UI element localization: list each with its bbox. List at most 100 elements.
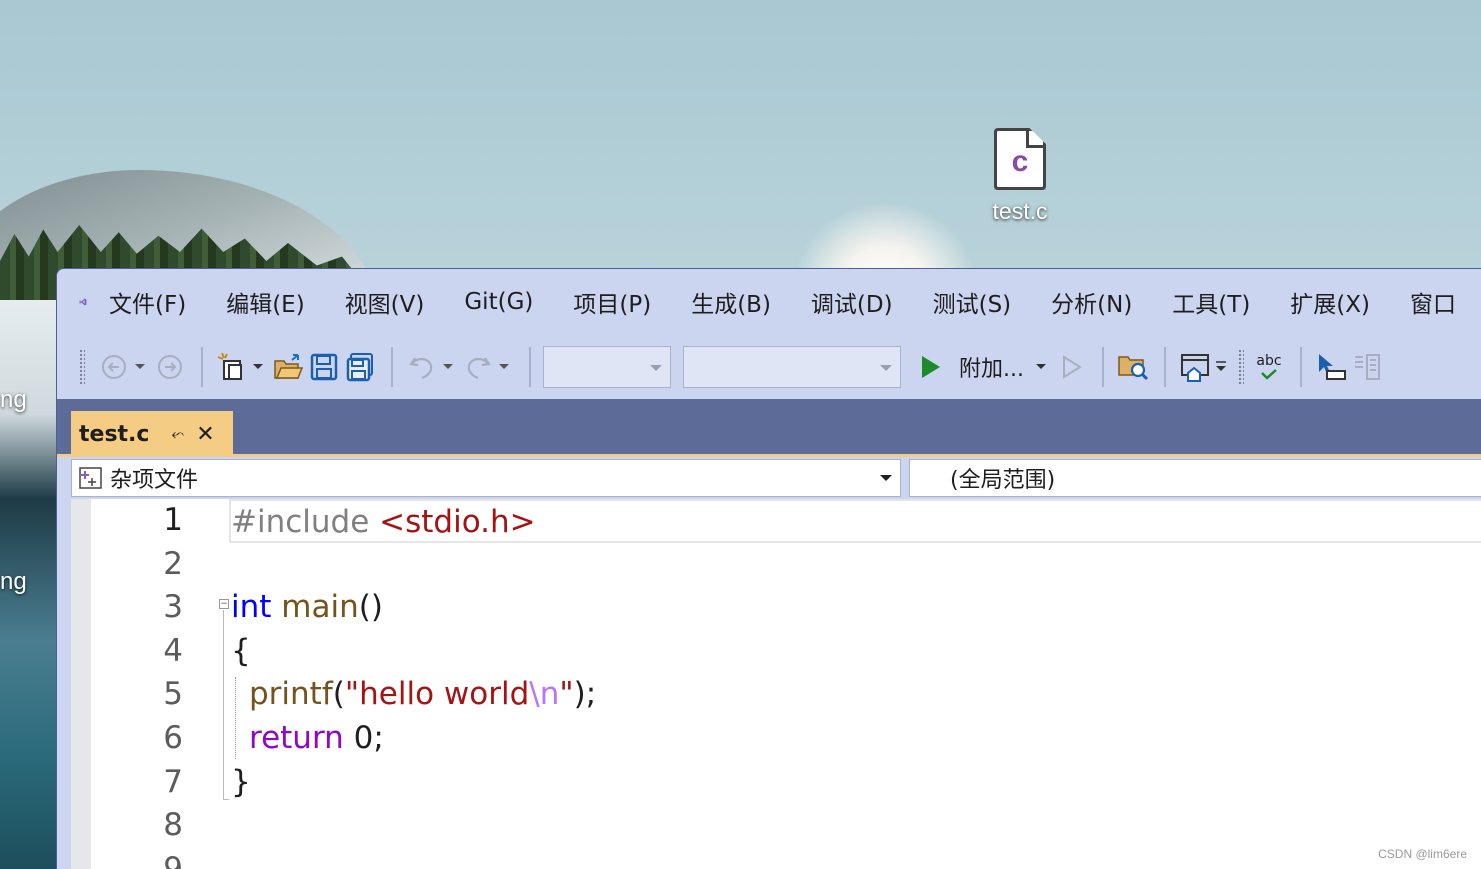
menu-extensions[interactable]: 扩展(X) bbox=[1290, 285, 1370, 319]
open-paren: ( bbox=[332, 676, 345, 713]
line-number: 2 bbox=[163, 545, 183, 582]
menu-debug[interactable]: 调试(D) bbox=[811, 285, 893, 319]
menu-edit[interactable]: 编辑(E) bbox=[226, 285, 304, 319]
find-in-files-icon[interactable] bbox=[1116, 350, 1150, 384]
line-number: 3 bbox=[163, 589, 183, 626]
code-line-1[interactable]: #include <stdio.h> bbox=[229, 499, 1481, 543]
undo-icon[interactable] bbox=[405, 350, 439, 384]
redo-dropdown-icon[interactable] bbox=[497, 350, 511, 384]
attach-dropdown-icon[interactable] bbox=[1034, 350, 1048, 384]
save-icon[interactable] bbox=[307, 350, 341, 384]
select-element-icon[interactable] bbox=[1314, 350, 1348, 384]
code-line-4[interactable]: { bbox=[231, 630, 1481, 674]
line-number: 5 bbox=[163, 676, 183, 713]
toolbar-grip[interactable] bbox=[79, 349, 85, 385]
line-number: 8 bbox=[163, 807, 183, 844]
customize-dropdown-icon[interactable] bbox=[1214, 350, 1228, 384]
scope-name: (全局范围) bbox=[950, 468, 1056, 493]
configuration-dropdown[interactable] bbox=[543, 346, 671, 388]
visual-studio-logo-icon[interactable] bbox=[79, 280, 87, 324]
function-call: printf bbox=[249, 676, 333, 713]
save-all-icon[interactable] bbox=[343, 350, 377, 384]
menu-git[interactable]: Git(G) bbox=[464, 289, 533, 315]
include-header: <stdio.h> bbox=[379, 504, 536, 540]
watermark: CSDN @lim6ere bbox=[1378, 847, 1467, 861]
miscellaneous-files-icon bbox=[79, 467, 102, 489]
string-literal: "hello world bbox=[344, 676, 530, 713]
open-folder-icon[interactable] bbox=[271, 350, 305, 384]
platform-dropdown[interactable] bbox=[683, 346, 901, 388]
line-number-gutter: 1 2 3 4 5 6 7 8 9 bbox=[91, 499, 191, 869]
project-name: 杂项文件 bbox=[110, 468, 199, 493]
spell-check-icon[interactable]: abc bbox=[1252, 350, 1286, 384]
project-dropdown[interactable]: 杂项文件 bbox=[71, 459, 901, 497]
code-editor[interactable]: 1 2 3 4 5 6 7 8 9 − #include <stdio.h> i… bbox=[71, 499, 1481, 869]
back-dropdown-icon[interactable] bbox=[133, 350, 147, 384]
code-line-2[interactable] bbox=[231, 543, 1481, 587]
collapse-icon[interactable]: − bbox=[219, 599, 229, 609]
escape-sequence: \n bbox=[529, 676, 560, 713]
navigate-back-icon[interactable] bbox=[97, 350, 131, 384]
desktop-label-2[interactable]: ng bbox=[0, 568, 27, 596]
scope-dropdown[interactable]: (全局范围) bbox=[909, 459, 1481, 497]
tab-test-c[interactable]: test.c ⬿ ✕ bbox=[71, 411, 233, 457]
code-line-6[interactable]: return 0; bbox=[231, 717, 1481, 761]
line-number: 9 bbox=[163, 850, 183, 869]
menu-window[interactable]: 窗口 bbox=[1410, 285, 1456, 319]
open-brace: { bbox=[231, 632, 251, 669]
return-keyword: return bbox=[249, 719, 344, 756]
preprocessor-directive: #include bbox=[231, 504, 370, 540]
toolbar-separator bbox=[529, 347, 531, 387]
string-literal-end: " bbox=[559, 676, 574, 713]
redo-icon[interactable] bbox=[461, 350, 495, 384]
c-file-icon: c bbox=[994, 128, 1046, 190]
attach-button[interactable]: 附加... bbox=[959, 351, 1024, 383]
line-number: 4 bbox=[163, 632, 183, 669]
navigate-forward-icon[interactable] bbox=[153, 350, 187, 384]
new-project-dropdown-icon[interactable] bbox=[251, 350, 265, 384]
close-icon[interactable]: ✕ bbox=[196, 422, 214, 447]
new-project-icon[interactable] bbox=[215, 350, 249, 384]
parentheses: () bbox=[358, 589, 383, 626]
toolbar-separator bbox=[1163, 347, 1166, 387]
chevron-down-icon[interactable] bbox=[880, 475, 892, 481]
fold-region-end bbox=[223, 799, 229, 800]
pin-icon[interactable]: ⬿ bbox=[171, 424, 184, 444]
menu-build[interactable]: 生成(B) bbox=[691, 285, 771, 319]
standard-toolbar: 附加... abc bbox=[57, 335, 1481, 399]
navigation-bar: 杂项文件 (全局范围) bbox=[71, 457, 1481, 499]
menu-analyze[interactable]: 分析(N) bbox=[1051, 285, 1132, 319]
code-line-3[interactable]: int main() bbox=[231, 586, 1481, 630]
desktop-label-1[interactable]: ng bbox=[0, 386, 27, 414]
code-line-5[interactable]: printf("hello world\n"); bbox=[231, 673, 1481, 717]
menu-file[interactable]: 文件(F) bbox=[109, 285, 186, 319]
menu-project[interactable]: 项目(P) bbox=[573, 285, 651, 319]
indicator-margin[interactable] bbox=[71, 499, 91, 869]
line-number: 6 bbox=[163, 719, 183, 756]
type-keyword: int bbox=[231, 589, 272, 626]
solution-explorer-home-icon[interactable] bbox=[1178, 350, 1212, 384]
start-debugging-icon[interactable] bbox=[913, 350, 947, 384]
menu-view[interactable]: 视图(V) bbox=[345, 285, 425, 319]
format-document-icon[interactable] bbox=[1350, 350, 1384, 384]
toolbar-separator bbox=[1101, 347, 1104, 387]
statement-end: ); bbox=[573, 676, 597, 713]
desktop-file-name: test.c bbox=[992, 198, 1048, 224]
desktop-file-test-c[interactable]: c test.c bbox=[975, 128, 1065, 225]
line-number: 7 bbox=[163, 763, 183, 800]
visual-studio-window: 文件(F) 编辑(E) 视图(V) Git(G) 项目(P) 生成(B) 调试(… bbox=[56, 268, 1481, 869]
function-name: main bbox=[281, 589, 359, 626]
toolbar-separator bbox=[201, 347, 203, 387]
code-text[interactable]: #include <stdio.h> int main() { printf("… bbox=[229, 499, 1481, 805]
tab-title: test.c bbox=[79, 421, 150, 447]
document-tab-strip: test.c ⬿ ✕ bbox=[57, 399, 1481, 457]
fold-region-line bbox=[223, 610, 224, 800]
toolbar-separator bbox=[1299, 347, 1302, 387]
menu-tools[interactable]: 工具(T) bbox=[1172, 285, 1250, 319]
menu-test[interactable]: 测试(S) bbox=[933, 285, 1012, 319]
start-without-debugging-icon[interactable] bbox=[1054, 350, 1088, 384]
code-line-7[interactable]: } bbox=[231, 761, 1481, 805]
return-value: 0; bbox=[343, 719, 384, 756]
toolbar-grip[interactable] bbox=[1237, 349, 1244, 385]
undo-dropdown-icon[interactable] bbox=[441, 350, 455, 384]
